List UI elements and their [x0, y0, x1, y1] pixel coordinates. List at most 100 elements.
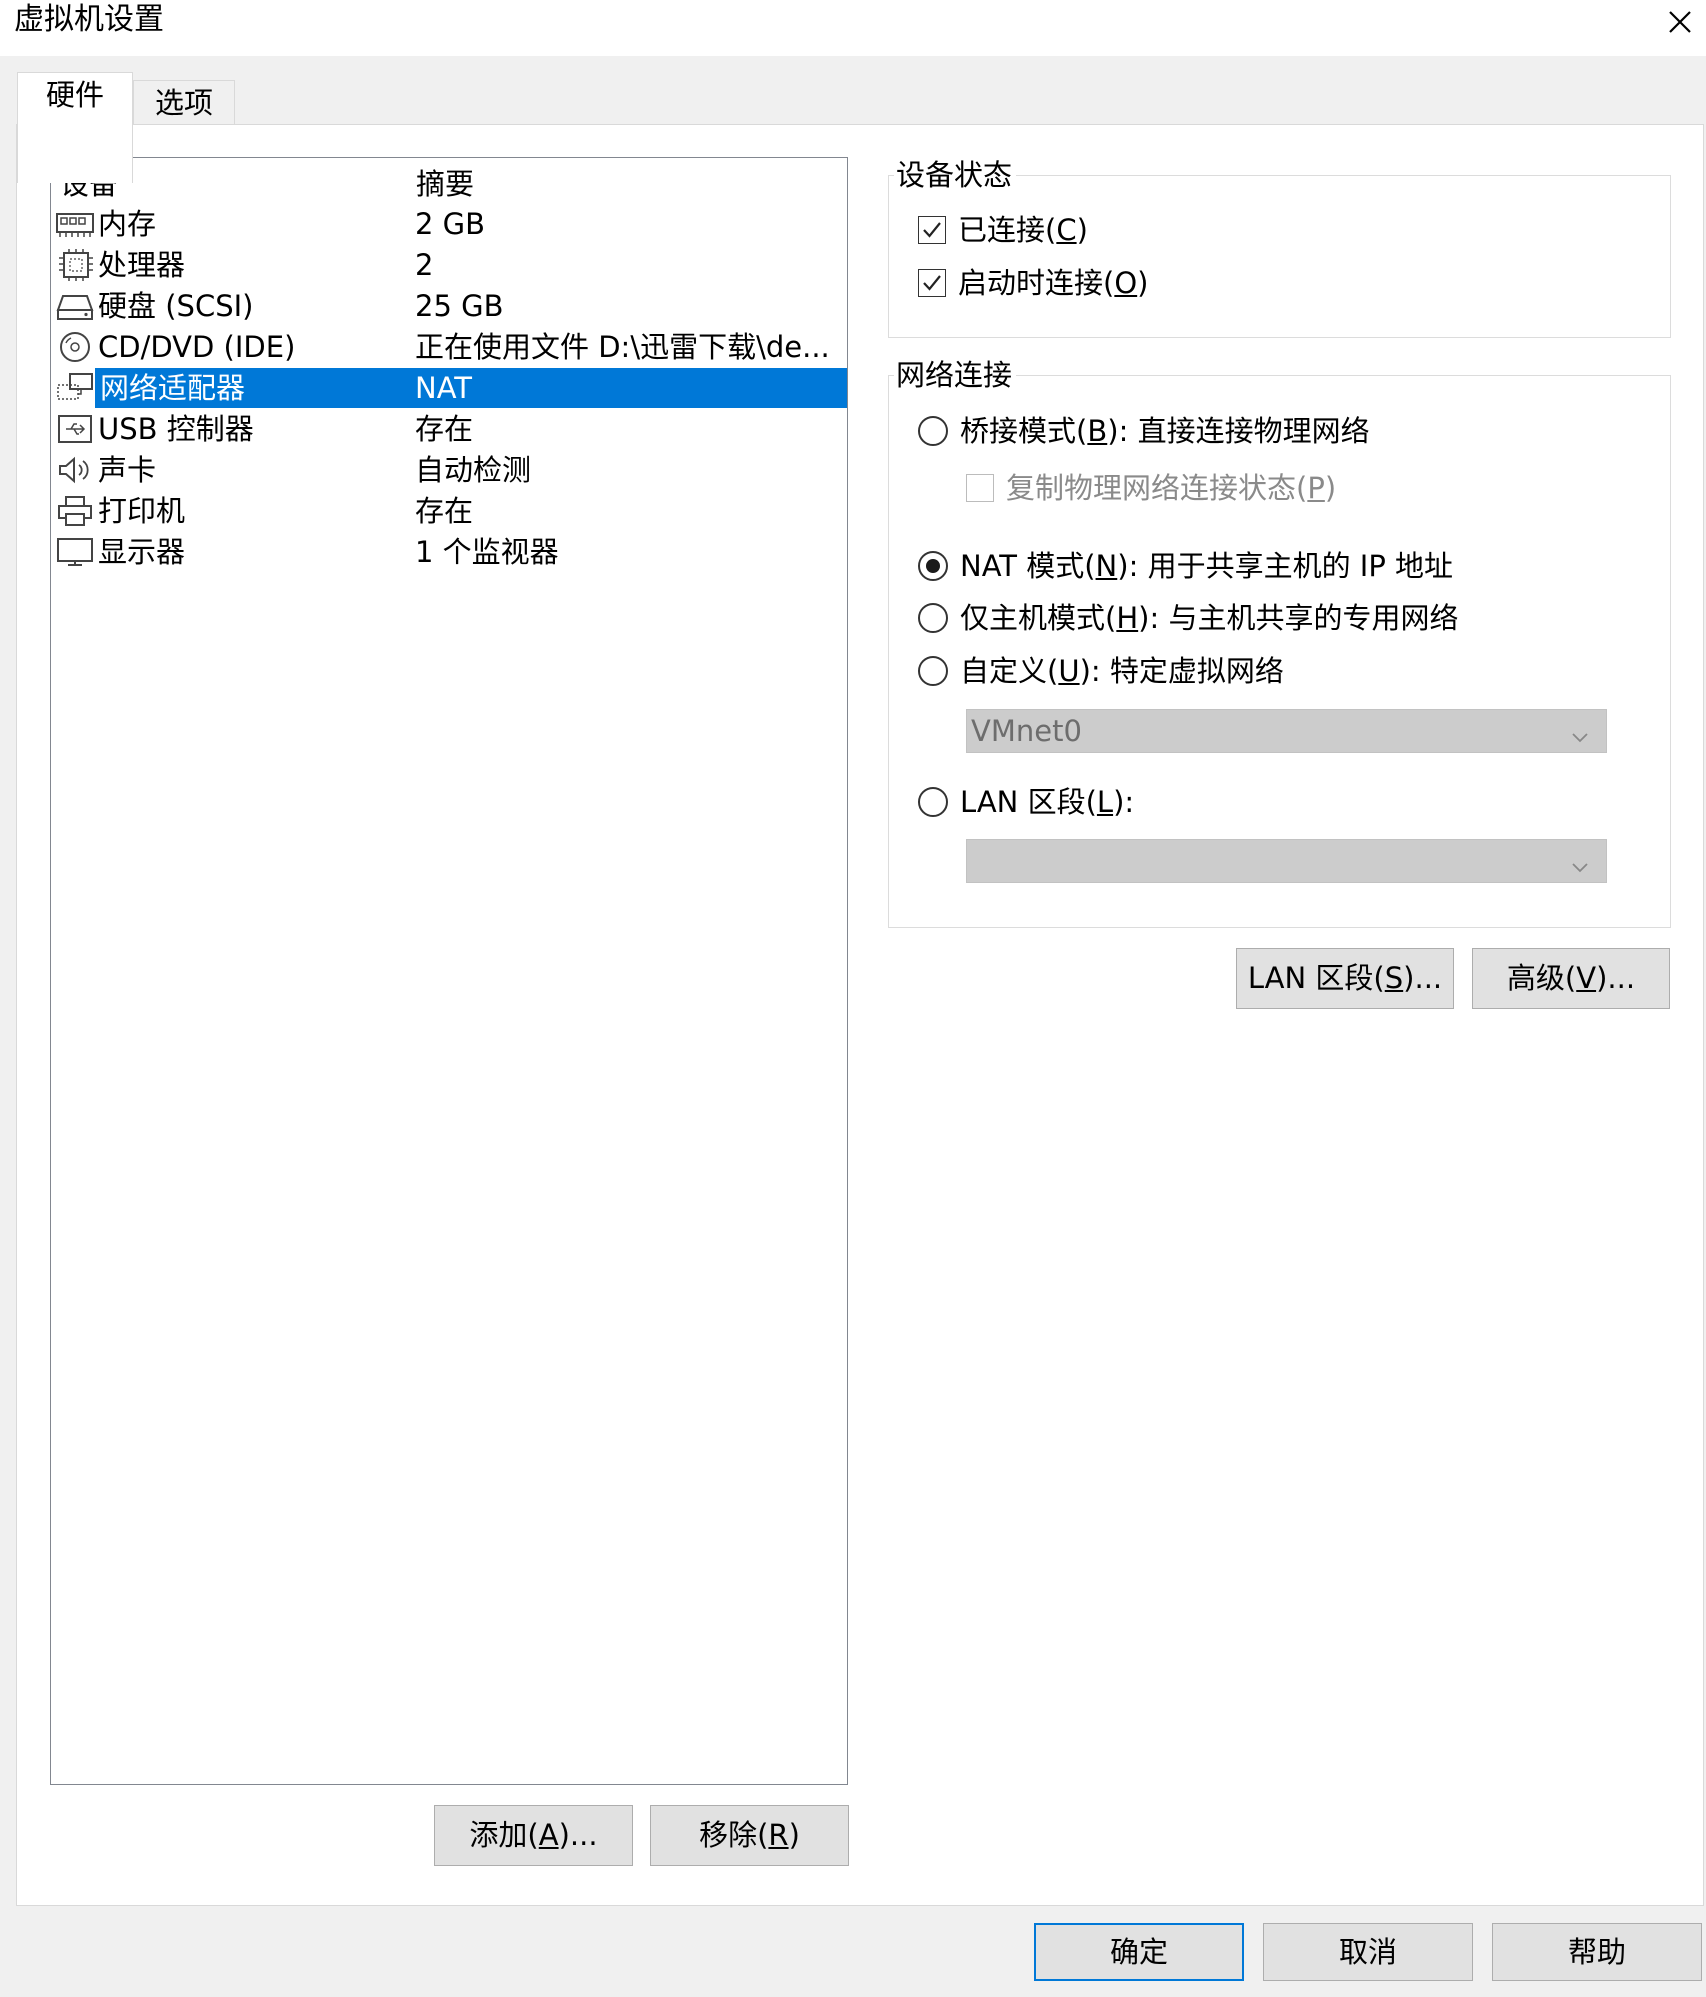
shortcut-key: R [768, 1818, 789, 1852]
device-name: 处理器 [98, 248, 186, 282]
nat-description: : 用于共享主机的 IP 地址 [1128, 549, 1454, 583]
host-only-label: 仅主机模式 [960, 601, 1106, 635]
cd-dvd-icon [56, 331, 94, 363]
window-title: 虚拟机设置 [14, 2, 164, 37]
device-row-network-adapter[interactable]: 网络适配器 NAT [51, 368, 847, 408]
connect-at-power-on-checkbox[interactable] [918, 269, 946, 297]
device-name: CD/DVD (IDE) [98, 330, 296, 364]
cancel-button[interactable]: 取消 [1263, 1923, 1473, 1981]
device-summary: NAT [415, 371, 472, 405]
bridged-label: 桥接模式 [960, 414, 1077, 448]
device-row-processor[interactable]: 处理器 2 [51, 245, 847, 285]
printer-icon [56, 495, 94, 527]
lan-segment-radio[interactable] [918, 787, 948, 817]
add-device-button[interactable]: 添加(A)... [434, 1805, 633, 1866]
device-row-usb[interactable]: USB 控制器 存在 [51, 409, 847, 449]
usb-icon [56, 413, 94, 445]
shortcut-key: P [1307, 471, 1325, 505]
lan-segments-button[interactable]: LAN 区段(S)... [1236, 948, 1454, 1009]
hard-disk-icon [56, 290, 94, 322]
shortcut-key: V [1576, 961, 1597, 995]
nat-radio[interactable] [918, 551, 948, 581]
chevron-down-icon [1568, 848, 1592, 873]
device-summary: 25 GB [415, 289, 504, 323]
shortcut-key: C [1056, 213, 1077, 247]
advanced-button[interactable]: 高级(V)... [1472, 948, 1670, 1009]
shortcut-key: S [1384, 961, 1404, 995]
device-status-title: 设备状态 [894, 155, 1017, 195]
chevron-down-icon [1568, 718, 1592, 743]
processor-icon [56, 249, 94, 281]
button-label: 添加 [469, 1818, 528, 1852]
shortcut-key: B [1087, 414, 1108, 448]
tab-hardware[interactable]: 硬件 [17, 72, 133, 183]
nat-label: NAT 模式 [960, 549, 1085, 583]
ok-button[interactable]: 确定 [1034, 1923, 1244, 1981]
shortcut-key: N [1095, 549, 1118, 583]
shortcut-key: L [1096, 785, 1114, 819]
shortcut-key: H [1116, 601, 1139, 635]
custom-radio-option[interactable]: 自定义(U): 特定虚拟网络 [918, 651, 1284, 691]
lan-segment-select[interactable] [966, 839, 1607, 883]
close-icon[interactable] [1662, 4, 1698, 40]
replicate-state-checkbox[interactable] [966, 474, 994, 502]
network-adapter-icon [56, 372, 94, 404]
replicate-state-label: 复制物理网络连接状态 [1006, 471, 1297, 505]
column-header-summary[interactable]: 摘要 [416, 167, 474, 201]
device-summary: 自动检测 [415, 453, 532, 487]
shortcut-key: A [538, 1818, 559, 1852]
lan-segment-radio-option[interactable]: LAN 区段(L): [918, 782, 1134, 822]
custom-network-select[interactable]: VMnet0 [966, 709, 1607, 753]
device-name: 打印机 [98, 494, 186, 528]
custom-description: : 特定虚拟网络 [1090, 654, 1284, 688]
shortcut-key: U [1058, 654, 1080, 688]
button-label: LAN 区段 [1247, 961, 1374, 995]
device-list[interactable]: 设备 摘要 内存 2 GB 处理器 2 硬盘 (SCSI) 25 GB CD/D… [50, 157, 848, 1785]
lan-segment-label: LAN 区段 [960, 785, 1086, 819]
device-name: 声卡 [98, 453, 157, 487]
custom-radio[interactable] [918, 656, 948, 686]
bridged-radio[interactable] [918, 416, 948, 446]
help-button[interactable]: 帮助 [1492, 1923, 1702, 1981]
device-row-memory[interactable]: 内存 2 GB [51, 204, 847, 244]
custom-network-value: VMnet0 [971, 714, 1082, 748]
host-only-radio[interactable] [918, 603, 948, 633]
device-summary: 2 GB [415, 207, 486, 241]
device-summary: 2 [415, 248, 434, 282]
bridged-description: : 直接连接物理网络 [1118, 414, 1370, 448]
device-name: 网络适配器 [98, 368, 248, 408]
device-row-hard-disk[interactable]: 硬盘 (SCSI) 25 GB [51, 286, 847, 326]
nat-radio-option[interactable]: NAT 模式(N): 用于共享主机的 IP 地址 [918, 546, 1453, 586]
device-name: 显示器 [98, 535, 186, 569]
device-row-sound-card[interactable]: 声卡 自动检测 [51, 450, 847, 490]
button-label: 高级 [1506, 961, 1565, 995]
replicate-state-option[interactable]: 复制物理网络连接状态(P) [966, 468, 1336, 508]
device-row-cd-dvd[interactable]: CD/DVD (IDE) 正在使用文件 D:\迅雷下载\de... [51, 327, 847, 367]
memory-icon [56, 208, 94, 240]
connected-checkbox[interactable] [918, 216, 946, 244]
device-status-group [888, 175, 1671, 338]
button-ellipsis: ... [569, 1818, 598, 1852]
remove-device-button[interactable]: 移除(R) [650, 1805, 849, 1866]
device-summary: 存在 [415, 494, 474, 528]
host-only-description: : 与主机共享的专用网络 [1149, 601, 1459, 635]
bridged-radio-option[interactable]: 桥接模式(B): 直接连接物理网络 [918, 411, 1370, 451]
monitor-icon [56, 536, 94, 568]
connected-checkbox-option[interactable]: 已连接(C) [918, 210, 1088, 250]
button-label: 移除 [699, 1818, 758, 1852]
device-row-display[interactable]: 显示器 1 个监视器 [51, 532, 847, 572]
button-ellipsis: ... [1414, 961, 1443, 995]
host-only-radio-option[interactable]: 仅主机模式(H): 与主机共享的专用网络 [918, 598, 1458, 638]
connect-at-power-on-option[interactable]: 启动时连接(O) [918, 263, 1149, 303]
title-bar: 虚拟机设置 [0, 0, 1706, 56]
device-list-header: 设备 摘要 [51, 164, 847, 204]
device-row-printer[interactable]: 打印机 存在 [51, 491, 847, 531]
lan-segment-description: : [1124, 785, 1135, 819]
network-connection-title: 网络连接 [894, 355, 1017, 395]
tab-options[interactable]: 选项 [133, 80, 235, 127]
device-summary: 1 个监视器 [415, 535, 559, 569]
tab-strip: 硬件 选项 [0, 56, 1706, 183]
custom-label: 自定义 [960, 654, 1048, 688]
device-name: USB 控制器 [98, 412, 254, 446]
button-ellipsis: ... [1607, 961, 1636, 995]
